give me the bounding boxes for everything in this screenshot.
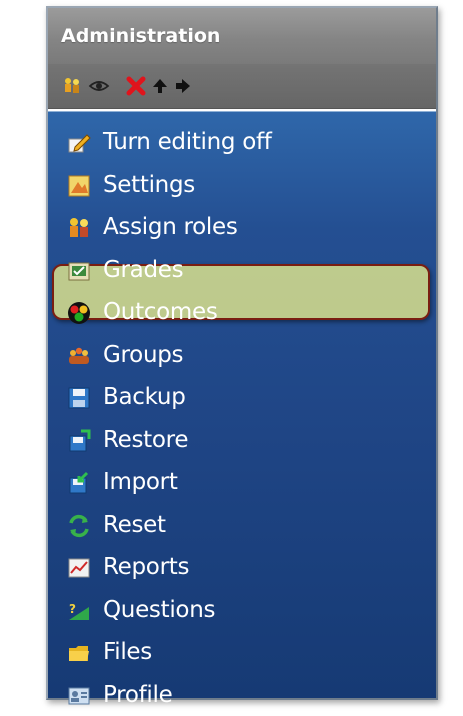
block-toolbar bbox=[48, 64, 436, 109]
groups-icon bbox=[67, 344, 91, 368]
menu-label: Restore bbox=[103, 427, 188, 453]
arrow-right-icon[interactable] bbox=[173, 76, 193, 96]
delete-x-icon[interactable] bbox=[126, 76, 146, 96]
menu-item-turn-editing-off[interactable]: Turn editing off bbox=[48, 121, 436, 164]
reset-icon bbox=[67, 514, 91, 538]
menu-item-settings[interactable]: Settings bbox=[48, 164, 436, 207]
grades-icon bbox=[67, 259, 91, 283]
menu-item-outcomes[interactable]: Outcomes bbox=[48, 291, 436, 334]
arrow-up-icon[interactable] bbox=[151, 76, 171, 96]
admin-menu-list: Turn editing off Settings bbox=[48, 121, 436, 716]
eye-icon[interactable] bbox=[88, 76, 108, 96]
admin-menu: Turn editing off Settings bbox=[48, 111, 436, 698]
menu-item-files[interactable]: Files bbox=[48, 631, 436, 674]
block-header: Administration bbox=[48, 8, 436, 64]
import-icon bbox=[67, 471, 91, 495]
menu-label: Reset bbox=[103, 512, 166, 538]
settings-icon bbox=[67, 174, 91, 198]
menu-item-import[interactable]: Import bbox=[48, 461, 436, 504]
restore-icon bbox=[67, 429, 91, 453]
menu-item-restore[interactable]: Restore bbox=[48, 419, 436, 462]
menu-item-assign-roles[interactable]: Assign roles bbox=[48, 206, 436, 249]
svg-text:?: ? bbox=[69, 602, 76, 616]
menu-item-reports[interactable]: Reports bbox=[48, 546, 436, 589]
assign-roles-icon[interactable] bbox=[62, 76, 82, 96]
menu-label: Files bbox=[103, 639, 152, 665]
menu-label: Backup bbox=[103, 384, 186, 410]
reports-icon bbox=[67, 556, 91, 580]
menu-item-grades[interactable]: Grades bbox=[48, 249, 436, 292]
menu-item-reset[interactable]: Reset bbox=[48, 504, 436, 547]
menu-label: Settings bbox=[103, 172, 195, 198]
pencil-edit-icon bbox=[67, 131, 91, 155]
questions-icon: ? bbox=[67, 599, 91, 623]
outcomes-icon bbox=[67, 301, 91, 325]
profile-icon bbox=[67, 684, 91, 708]
menu-item-groups[interactable]: Groups bbox=[48, 334, 436, 377]
menu-item-profile[interactable]: Profile bbox=[48, 674, 436, 716]
menu-label: Grades bbox=[103, 257, 183, 283]
backup-icon bbox=[67, 386, 91, 410]
folder-icon bbox=[67, 641, 91, 665]
assign-roles-icon bbox=[67, 216, 91, 240]
menu-item-questions[interactable]: ? Questions bbox=[48, 589, 436, 632]
menu-label: Outcomes bbox=[103, 299, 218, 325]
menu-item-backup[interactable]: Backup bbox=[48, 376, 436, 419]
menu-label: Reports bbox=[103, 554, 189, 580]
menu-label: Groups bbox=[103, 342, 183, 368]
menu-label: Profile bbox=[103, 682, 172, 708]
administration-block: Administration bbox=[46, 6, 438, 700]
menu-label: Turn editing off bbox=[103, 129, 272, 155]
menu-label: Import bbox=[103, 469, 178, 495]
menu-label: Questions bbox=[103, 597, 215, 623]
block-title: Administration bbox=[61, 25, 220, 47]
menu-label: Assign roles bbox=[103, 214, 238, 240]
